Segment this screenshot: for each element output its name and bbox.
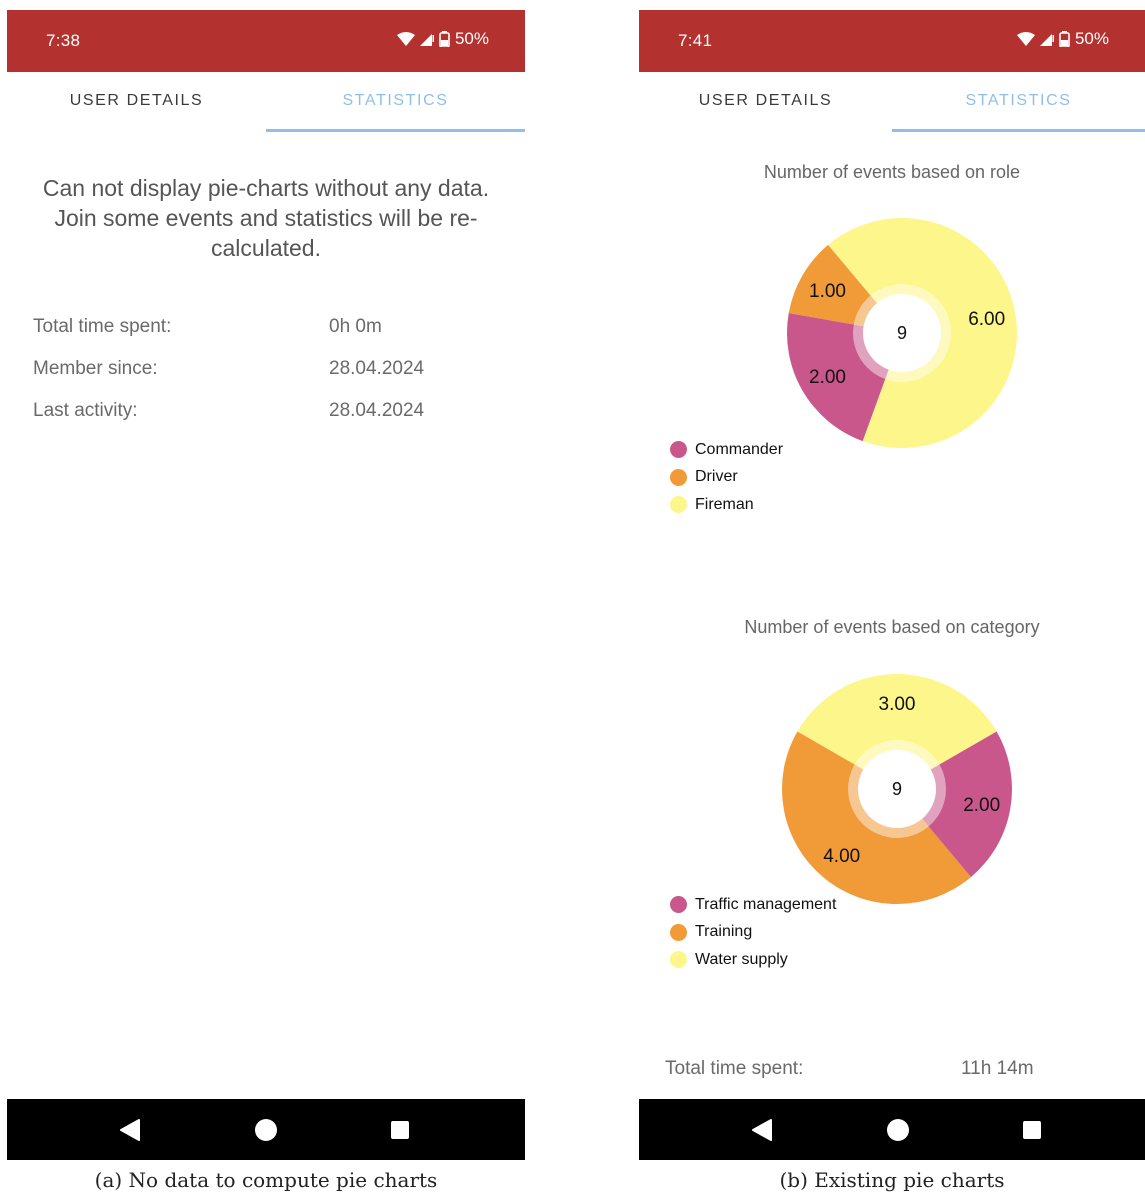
legend-label: Driver <box>695 468 738 486</box>
tab-user-details[interactable]: USER DETAILS <box>7 72 266 130</box>
pie-center-total: 9 <box>897 323 907 343</box>
legend-item-commander: Commander <box>670 436 783 464</box>
status-bar: 7:38 50% <box>7 10 525 72</box>
empty-chart-message: Can not display pie-charts without any d… <box>42 175 490 261</box>
info-value: 28.04.2024 <box>329 358 425 379</box>
legend-item-training: Training <box>670 919 836 947</box>
info-label: Total time spent: <box>665 1058 804 1079</box>
pie-group-1[interactable]: 9 3.00 2.00 4.00 <box>782 674 1012 904</box>
info-row-total-time: Total time spent: 11h 14m <box>665 1058 1125 1088</box>
screen-pie-charts: 7:41 50% USER DETAILS STATISTICS Number … <box>639 10 1145 1160</box>
pie-value-label-commander: 2.00 <box>809 367 846 388</box>
home-circle-icon <box>887 1118 909 1141</box>
legend-label: Training <box>695 923 753 941</box>
back-triangle-icon <box>752 1118 772 1141</box>
legend-item-driver: Driver <box>670 464 783 492</box>
pie-group-0[interactable]: 9 6.00 2.00 1.00 <box>787 217 1017 448</box>
tab-indicator <box>266 129 525 132</box>
info-row-last-activity: Last activity: 28.04.2024 <box>33 400 505 430</box>
home-button[interactable] <box>878 1099 918 1160</box>
navigation-bar <box>639 1099 1145 1160</box>
legend-swatch <box>670 951 687 969</box>
back-triangle-icon <box>120 1118 140 1141</box>
legend-item-fireman: Fireman <box>670 491 783 519</box>
recents-square-icon <box>1023 1120 1041 1139</box>
legend-swatch <box>670 923 687 941</box>
battery-level: 50% <box>454 29 489 48</box>
tab-bar: USER DETAILS STATISTICS <box>7 72 525 132</box>
recents-button[interactable] <box>380 1099 420 1160</box>
pie-value-label-fireman: 6.00 <box>968 309 1005 330</box>
chart-title-category: Number of events based on category <box>744 617 1040 637</box>
wifi-icon <box>396 32 415 46</box>
legend-role: Commander Driver Fireman <box>670 436 783 519</box>
signal-icon <box>419 34 434 46</box>
legend-label: Traffic management <box>695 895 837 913</box>
info-label: Total time spent: <box>33 316 172 337</box>
recents-square-icon <box>391 1120 409 1139</box>
info-label: Member since: <box>33 358 158 379</box>
caption-a: (a) No data to compute pie charts <box>94 1168 438 1192</box>
back-button[interactable] <box>110 1099 150 1160</box>
legend-label: Commander <box>695 440 784 458</box>
info-label: Last activity: <box>33 400 138 421</box>
pie-center-total: 9 <box>892 779 902 799</box>
legend-swatch <box>670 896 687 914</box>
tab-statistics[interactable]: STATISTICS <box>266 72 525 130</box>
pie-value-label-water-supply: 3.00 <box>879 694 916 715</box>
pie-value-label-training: 4.00 <box>823 846 860 867</box>
info-row-total-time: Total time spent: 0h 0m <box>33 316 505 346</box>
legend-label: Water supply <box>695 950 788 968</box>
legend-swatch <box>670 441 687 459</box>
recents-button[interactable] <box>1012 1099 1052 1160</box>
back-button[interactable] <box>742 1099 782 1160</box>
info-value: 0h 0m <box>329 316 382 337</box>
status-time: 7:38 <box>46 31 81 50</box>
pie-value-label-traffic-management: 2.00 <box>963 795 1000 816</box>
pie-value-label-driver: 1.00 <box>809 281 846 302</box>
caption-b: (b) Existing pie charts <box>779 1168 1005 1192</box>
legend-category: Traffic management Training Water supply <box>670 891 836 974</box>
info-value: 28.04.2024 <box>329 400 425 421</box>
legend-item-traffic-management: Traffic management <box>670 891 836 919</box>
battery-icon <box>439 31 450 47</box>
info-value: 11h 14m <box>961 1058 1034 1079</box>
home-button[interactable] <box>246 1099 286 1160</box>
screen-no-data: 7:38 50% USER DETAILS STATISTICS Can not… <box>7 10 525 1160</box>
legend-item-water-supply: Water supply <box>670 946 836 974</box>
legend-label: Fireman <box>695 495 754 513</box>
navigation-bar <box>7 1099 525 1160</box>
info-row-member-since: Member since: 28.04.2024 <box>33 358 505 388</box>
home-circle-icon <box>255 1118 277 1141</box>
legend-swatch <box>670 496 687 514</box>
legend-swatch <box>670 468 687 486</box>
status-icons: 50% <box>396 29 489 49</box>
